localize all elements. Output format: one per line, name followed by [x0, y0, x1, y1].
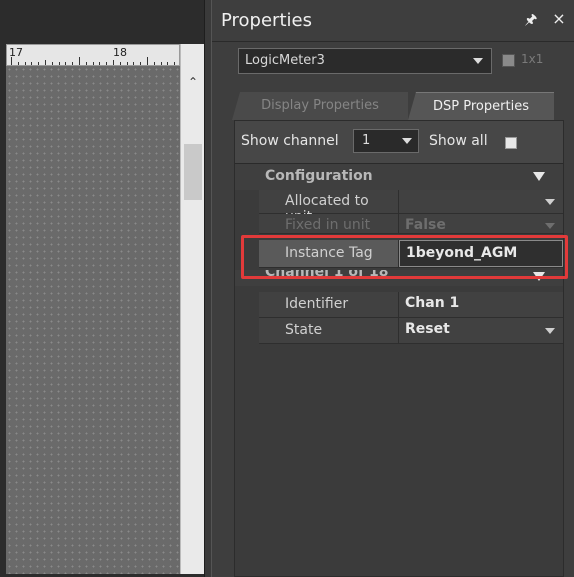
- ruler-tick: [147, 57, 148, 65]
- ruler-tick: [11, 57, 12, 65]
- property-row-state[interactable]: State Reset: [259, 318, 563, 344]
- ruler-tick: [65, 62, 67, 65]
- ruler-tick: [51, 62, 53, 65]
- ruler-tick: [133, 62, 135, 65]
- device-dropdown-value: LogicMeter3: [245, 53, 325, 68]
- ruler-tick: [17, 62, 19, 65]
- tab-dsp-properties[interactable]: DSP Properties: [408, 92, 554, 120]
- chevron-down-icon: [473, 58, 483, 64]
- design-canvas-pane: 17 18 ⌃: [0, 0, 210, 577]
- ruler-tick: [119, 62, 121, 65]
- ruler-tick: [106, 62, 108, 65]
- ruler-tick: [113, 60, 114, 65]
- property-name: State: [285, 322, 323, 338]
- ruler-tick: [174, 62, 176, 65]
- tab-display-properties[interactable]: Display Properties: [232, 92, 408, 120]
- channel-dropdown[interactable]: 1: [353, 129, 419, 153]
- ruler-tick: [153, 62, 155, 65]
- chevron-up-icon[interactable]: ⌃: [181, 74, 205, 90]
- pin-icon[interactable]: 🖈: [524, 12, 538, 28]
- lock-checkbox[interactable]: [502, 54, 515, 67]
- property-value: Chan 1: [405, 295, 460, 311]
- property-value: False: [405, 217, 446, 233]
- ruler-tick: [126, 62, 128, 65]
- ruler-tick: [140, 62, 142, 65]
- ruler-tick: [72, 62, 74, 65]
- ruler-tick: [31, 62, 33, 65]
- ruler-tick: [38, 62, 40, 65]
- properties-tabs: Display Properties DSP Properties: [232, 92, 554, 120]
- collapse-arrow-icon[interactable]: [533, 172, 545, 181]
- ruler-mark-18: 18: [113, 46, 127, 59]
- property-value: Reset: [405, 321, 450, 337]
- vertical-scrollbar[interactable]: ⌃: [180, 44, 204, 574]
- lock-checkbox-label: 1x1: [521, 52, 544, 66]
- ruler-tick: [24, 62, 26, 65]
- show-all-label: Show all: [429, 133, 488, 149]
- close-icon[interactable]: ×: [552, 11, 566, 27]
- ruler-tick: [58, 62, 60, 65]
- property-grid: Configuration Allocated to unit Fixed in…: [235, 163, 563, 576]
- panel-title: Properties: [221, 10, 312, 31]
- properties-header: Properties 🖈 ×: [212, 0, 574, 42]
- ruler-tick: [167, 62, 169, 65]
- ruler-tick: [79, 57, 80, 65]
- chevron-down-icon[interactable]: [545, 328, 555, 334]
- ruler-tick: [160, 62, 162, 65]
- chevron-down-icon[interactable]: [545, 199, 555, 205]
- device-dropdown[interactable]: LogicMeter3: [238, 48, 492, 74]
- chevron-down-icon: [402, 138, 412, 144]
- chevron-down-icon[interactable]: [545, 223, 555, 229]
- ruler-tick: [45, 60, 46, 65]
- ruler-tick: [85, 62, 87, 65]
- show-channel-label: Show channel: [241, 133, 339, 149]
- section-configuration[interactable]: Configuration: [235, 164, 563, 190]
- property-name: Fixed in unit: [285, 217, 371, 233]
- channel-toolbar: Show channel 1 Show all: [235, 127, 563, 155]
- highlight-annotation-box: [241, 235, 568, 279]
- property-row-allocated-to-unit[interactable]: Allocated to unit: [259, 190, 563, 225]
- show-all-checkbox[interactable]: [505, 137, 517, 149]
- ruler-tick: [99, 62, 101, 65]
- scroll-thumb[interactable]: [184, 144, 202, 200]
- pane-splitter[interactable]: [204, 0, 212, 577]
- channel-dropdown-value: 1: [362, 133, 371, 148]
- section-label: Configuration: [265, 168, 373, 184]
- ruler-tick: [92, 62, 94, 65]
- dsp-properties-body: Show channel 1 Show all Configuration Al…: [234, 120, 564, 577]
- property-name: Identifier: [285, 296, 349, 312]
- horizontal-ruler: 17 18: [6, 44, 180, 66]
- design-grid[interactable]: [6, 66, 180, 574]
- property-row-identifier[interactable]: Identifier Chan 1: [259, 292, 563, 318]
- property-row-fixed-in-unit[interactable]: Fixed in unit False: [259, 214, 563, 234]
- properties-panel: Properties 🖈 × LogicMeter3 1x1 Display P…: [212, 0, 574, 577]
